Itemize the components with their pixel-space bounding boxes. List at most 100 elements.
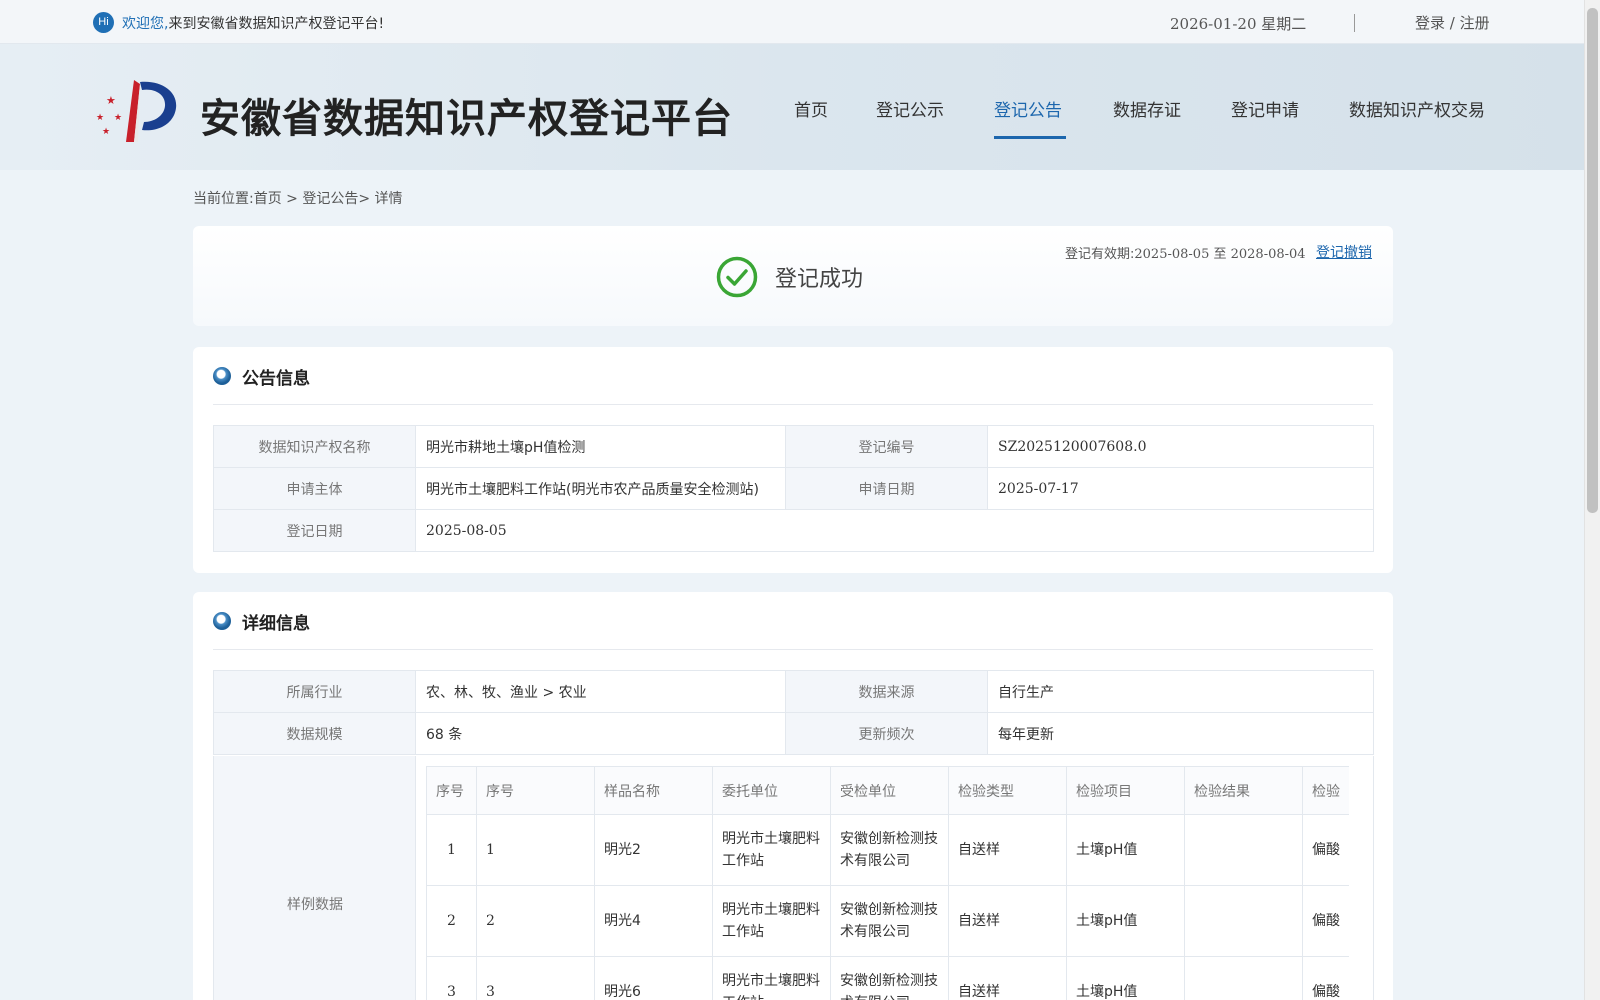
welcome-text: 欢迎您,来到安徽省数据知识产权登记平台! [122, 13, 384, 33]
table-cell: 明光6 [594, 956, 713, 1000]
sample-table-scroll[interactable]: 序号 序号 样品名称 委托单位 受检单位 检验类型 检验项目 检验结果 检验 1 [426, 766, 1349, 1000]
field-value: SZ2025120007608.0 [987, 425, 1374, 468]
table-cell: 明光市土壤肥料工作站 [712, 956, 831, 1000]
registration-status-panel: 登记成功 登记有效期:2025-08-05 至 2028-08-04 登记撤销 [193, 226, 1393, 326]
field-value: 明光市耕地土壤pH值检测 [415, 425, 786, 468]
table-cell: 土壤pH值 [1066, 814, 1185, 886]
table-cell: 自送样 [948, 814, 1067, 886]
field-label: 数据规模 [213, 712, 416, 755]
table-cell: 3 [426, 956, 477, 1000]
current-date: 2026-01-20 星期二 [1170, 15, 1307, 33]
register-link[interactable]: 注册 [1460, 14, 1490, 32]
field-label: 数据来源 [785, 670, 988, 713]
field-label: 更新频次 [785, 712, 988, 755]
table-cell: 安徽创新检测技术有限公司 [830, 814, 949, 886]
table-cell: 偏酸 [1302, 885, 1349, 957]
column-header: 序号 [476, 766, 595, 815]
table-cell: 偏酸 [1302, 814, 1349, 886]
nav-data-deposit[interactable]: 数据存证 [1113, 96, 1181, 121]
table-cell: 2 [426, 885, 477, 957]
field-value: 明光市土壤肥料工作站(明光市农产品质量安全检测站) [415, 467, 786, 510]
table-row: 数据知识产权名称 明光市耕地土壤pH值检测 登记编号 SZ20251200076… [213, 425, 1374, 468]
nav-registration-publicity[interactable]: 登记公示 [876, 96, 944, 121]
bullet-icon [213, 367, 231, 385]
field-label: 登记日期 [213, 509, 416, 552]
table-row: 申请主体 明光市土壤肥料工作站(明光市农产品质量安全检测站) 申请日期 2025… [213, 467, 1374, 510]
table-row: 数据规模 68 条 更新频次 每年更新 [213, 712, 1374, 755]
table-cell: 3 [476, 956, 595, 1000]
section-header: 公告信息 [213, 347, 1373, 405]
table-row: 3 3 明光6 明光市土壤肥料工作站 安徽创新检测技术有限公司 自送样 土壤pH… [426, 956, 1349, 1000]
announcement-table: 数据知识产权名称 明光市耕地土壤pH值检测 登记编号 SZ20251200076… [213, 425, 1374, 552]
field-label: 申请主体 [213, 467, 416, 510]
breadcrumb-home[interactable]: 首页 [254, 191, 282, 207]
sample-data-table: 序号 序号 样品名称 委托单位 受检单位 检验类型 检验项目 检验结果 检验 1 [426, 766, 1349, 1000]
column-header: 检验类型 [948, 766, 1067, 815]
nav-home[interactable]: 首页 [794, 96, 828, 121]
top-bar: Hi 欢迎您,来到安徽省数据知识产权登记平台! 2026-01-20 星期二 登… [0, 0, 1584, 44]
field-label: 登记编号 [785, 425, 988, 468]
scrollbar-thumb[interactable] [1587, 8, 1598, 513]
site-header: ★ ★ ★ ★ 安徽省数据知识产权登记平台 首页 登记公示 登记公告 数据存证 … [0, 44, 1584, 170]
table-cell: 自送样 [948, 956, 1067, 1000]
sample-data-row: 样例数据 序号 序号 样品名称 委托单位 受检单位 检验类型 检验项目 检验结果… [213, 756, 1374, 1000]
section-title: 公告信息 [242, 369, 310, 389]
platform-logo[interactable]: ★ ★ ★ ★ [92, 74, 178, 144]
breadcrumb-current: 详情 [374, 191, 403, 207]
table-cell [1184, 814, 1303, 886]
nav-registration-apply[interactable]: 登记申请 [1231, 96, 1299, 121]
breadcrumb-section[interactable]: 登记公告 [302, 191, 358, 207]
table-row: 所属行业 农、林、牧、渔业 > 农业 数据来源 自行生产 [213, 670, 1374, 713]
table-cell: 明光4 [594, 885, 713, 957]
validity-period: 登记有效期:2025-08-05 至 2028-08-04 [1065, 243, 1306, 262]
revoke-registration-link[interactable]: 登记撤销 [1316, 242, 1372, 262]
table-cell: 明光市土壤肥料工作站 [712, 814, 831, 886]
section-header: 详细信息 [213, 592, 1373, 650]
field-value: 68 条 [415, 712, 786, 755]
breadcrumb: 当前位置:首页 > 登记公告> 详情 [193, 188, 403, 208]
nav-active-indicator [994, 136, 1066, 139]
column-header: 检验 [1302, 766, 1349, 815]
detail-table: 所属行业 农、林、牧、渔业 > 农业 数据来源 自行生产 数据规模 68 条 更… [213, 670, 1374, 755]
login-link[interactable]: 登录 [1415, 14, 1445, 32]
column-header: 受检单位 [830, 766, 949, 815]
table-cell: 安徽创新检测技术有限公司 [830, 885, 949, 957]
nav-ip-trade[interactable]: 数据知识产权交易 [1349, 96, 1485, 121]
page-scrollbar[interactable] [1584, 0, 1600, 1000]
column-header: 样品名称 [594, 766, 713, 815]
field-label: 数据知识产权名称 [213, 425, 416, 468]
field-value: 每年更新 [987, 712, 1374, 755]
breadcrumb-sep: > [358, 191, 375, 207]
status-text: 登记成功 [775, 267, 864, 292]
auth-slash: / [1445, 14, 1460, 32]
table-cell: 1 [426, 814, 477, 886]
table-cell: 1 [476, 814, 595, 886]
success-check-icon [716, 256, 758, 298]
sample-data-label-cell: 样例数据 [214, 756, 416, 1000]
table-row: 登记日期 2025-08-05 [213, 509, 1374, 552]
breadcrumb-prefix: 当前位置: [193, 191, 254, 207]
divider [1354, 14, 1355, 32]
bullet-icon [213, 612, 231, 630]
table-header-row: 序号 序号 样品名称 委托单位 受检单位 检验类型 检验项目 检验结果 检验 [426, 766, 1349, 815]
site-title: 安徽省数据知识产权登记平台 [200, 96, 733, 142]
field-value: 农、林、牧、渔业 > 农业 [415, 670, 786, 713]
column-header: 检验结果 [1184, 766, 1303, 815]
svg-text:★: ★ [114, 113, 122, 123]
svg-text:★: ★ [106, 94, 116, 107]
table-cell: 自送样 [948, 885, 1067, 957]
auth-links: 登录 / 注册 [1415, 12, 1490, 33]
nav-registration-announcement[interactable]: 登记公告 [994, 96, 1062, 121]
field-label: 所属行业 [213, 670, 416, 713]
field-value: 2025-08-05 [415, 509, 1374, 552]
breadcrumb-sep: > [281, 191, 303, 207]
column-header: 序号 [426, 766, 477, 815]
field-label: 申请日期 [785, 467, 988, 510]
column-header: 委托单位 [712, 766, 831, 815]
validity-label: 登记有效期: [1065, 247, 1135, 262]
hi-icon: Hi [93, 12, 114, 33]
field-value: 2025-07-17 [987, 467, 1374, 510]
welcome-rest: 来到安徽省数据知识产权登记平台! [168, 16, 385, 32]
table-cell: 2 [476, 885, 595, 957]
field-label: 样例数据 [287, 897, 343, 913]
